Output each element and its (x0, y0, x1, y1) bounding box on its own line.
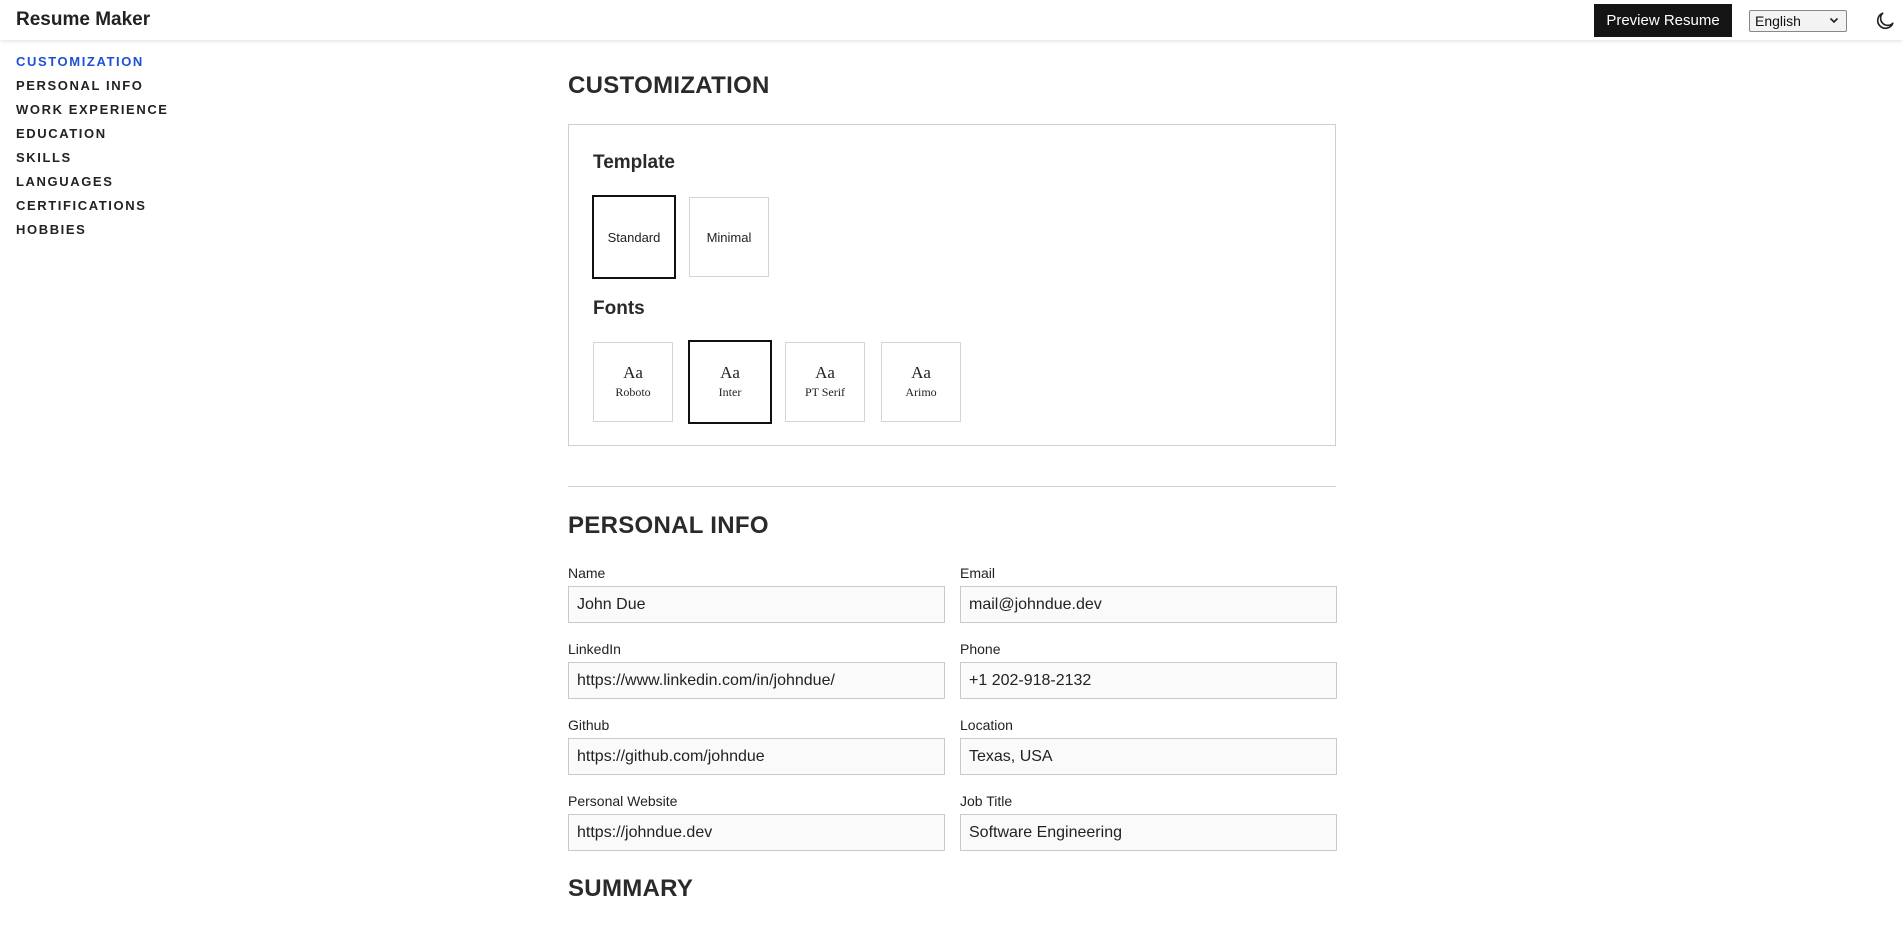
font-sample: Aa (815, 363, 835, 382)
website-field: Personal Website (568, 793, 945, 851)
nav-item-skills[interactable]: SKILLS (16, 148, 169, 172)
font-option-pt-serif[interactable]: Aa PT Serif (785, 342, 865, 422)
phone-label: Phone (960, 641, 1001, 657)
nav-item-customization[interactable]: CUSTOMIZATION (16, 52, 169, 76)
nav-item-education[interactable]: EDUCATION (16, 124, 169, 148)
language-select-value: English (1755, 13, 1801, 29)
top-bar: Resume Maker Preview Resume English (0, 0, 1903, 40)
job-title-label: Job Title (960, 793, 1013, 809)
moon-icon[interactable] (1874, 10, 1896, 32)
section-nav: CUSTOMIZATION PERSONAL INFO WORK EXPERIE… (16, 52, 169, 244)
linkedin-input[interactable] (568, 662, 945, 699)
phone-input[interactable] (960, 662, 1337, 699)
font-name: Inter (718, 385, 742, 399)
location-input[interactable] (960, 738, 1337, 775)
name-field: Name (568, 565, 945, 623)
nav-item-hobbies[interactable]: HOBBIES (16, 220, 169, 244)
font-option-inter[interactable]: Aa Inter (688, 340, 772, 424)
github-input[interactable] (568, 738, 945, 775)
nav-item-certifications[interactable]: CERTIFICATIONS (16, 196, 169, 220)
chevron-down-icon (1829, 17, 1839, 24)
preview-resume-button[interactable]: Preview Resume (1594, 4, 1732, 37)
email-field: Email (960, 565, 1337, 623)
nav-item-personal-info[interactable]: PERSONAL INFO (16, 76, 169, 100)
font-sample: Aa (623, 363, 643, 382)
summary-title: SUMMARY (568, 875, 694, 902)
github-label: Github (568, 717, 610, 733)
customization-title: CUSTOMIZATION (568, 72, 770, 99)
job-title-field: Job Title (960, 793, 1337, 851)
font-name: Roboto (615, 385, 651, 399)
fonts-heading: Fonts (593, 298, 645, 319)
font-option-roboto[interactable]: Aa Roboto (593, 342, 673, 422)
font-sample: Aa (720, 363, 740, 382)
location-field: Location (960, 717, 1337, 775)
job-title-input[interactable] (960, 814, 1337, 851)
linkedin-label: LinkedIn (568, 641, 621, 657)
name-input[interactable] (568, 586, 945, 623)
customization-panel: Template Standard Minimal Fonts Aa Robot… (568, 124, 1336, 446)
font-name: PT Serif (804, 385, 846, 399)
personal-info-title: PERSONAL INFO (568, 512, 769, 539)
email-input[interactable] (960, 586, 1337, 623)
template-option-standard[interactable]: Standard (592, 195, 676, 279)
website-label: Personal Website (568, 793, 678, 809)
website-input[interactable] (568, 814, 945, 851)
font-option-arimo[interactable]: Aa Arimo (881, 342, 961, 422)
nav-item-work-experience[interactable]: WORK EXPERIENCE (16, 100, 169, 124)
phone-field: Phone (960, 641, 1337, 699)
github-field: Github (568, 717, 945, 775)
template-option-label: Minimal (706, 229, 752, 245)
font-name: Arimo (905, 385, 937, 399)
language-select[interactable]: English (1749, 10, 1847, 32)
linkedin-field: LinkedIn (568, 641, 945, 699)
nav-item-languages[interactable]: LANGUAGES (16, 172, 169, 196)
email-label: Email (960, 565, 996, 581)
template-heading: Template (593, 152, 676, 173)
template-option-label: Standard (607, 229, 661, 245)
font-sample: Aa (911, 363, 931, 382)
app-title: Resume Maker (16, 9, 151, 30)
location-label: Location (960, 717, 1013, 733)
name-label: Name (568, 565, 606, 581)
section-divider (568, 486, 1336, 487)
template-option-minimal[interactable]: Minimal (689, 197, 769, 277)
